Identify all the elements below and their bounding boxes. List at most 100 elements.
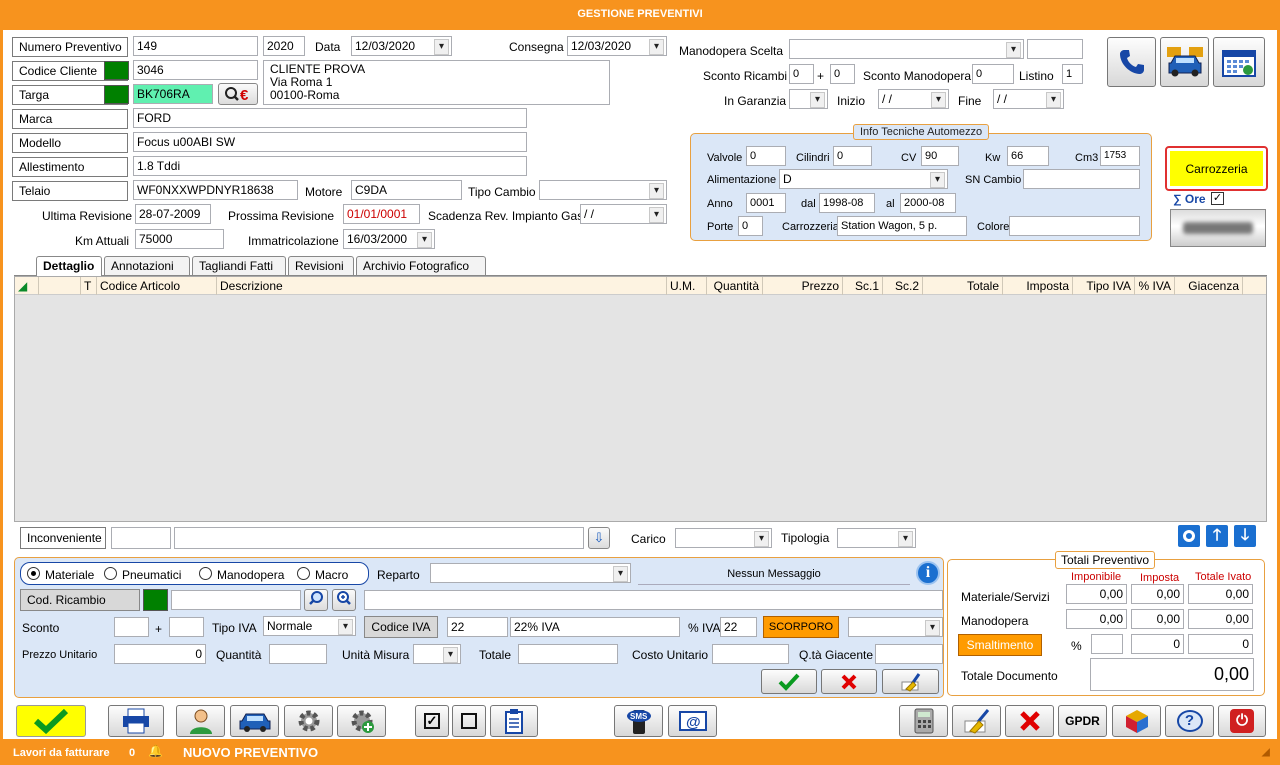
grid-col-sc1[interactable]: Sc.1	[843, 277, 883, 295]
tipo-iva-select[interactable]: Normale	[263, 616, 356, 636]
cm3-input[interactable]: 1753	[1100, 146, 1140, 166]
al-input[interactable]: 2000-08	[900, 193, 956, 213]
power-off-icon[interactable]: ⏻	[1218, 705, 1266, 737]
carrozzeria-input[interactable]: Station Wagon, 5 p.	[837, 216, 967, 236]
cancel-icon[interactable]	[1005, 705, 1054, 737]
info-icon[interactable]: i	[916, 561, 940, 585]
ricambio-desc-input[interactable]	[364, 590, 943, 610]
smaltimento-perc-input[interactable]	[1091, 634, 1123, 654]
inconveniente-code-input[interactable]	[111, 527, 171, 549]
quantita-input[interactable]	[269, 644, 327, 664]
alimentazione-select[interactable]: D	[779, 169, 948, 189]
prossima-revisione-input[interactable]: 01/01/0001	[343, 204, 420, 224]
radio-pneumatici[interactable]	[104, 567, 117, 580]
inizio-picker[interactable]: / /	[878, 89, 949, 109]
pin-icon[interactable]: ⇩	[588, 527, 610, 549]
tab-annotazioni[interactable]: Annotazioni	[104, 256, 190, 275]
calculator-icon[interactable]	[899, 705, 948, 737]
broom-icon[interactable]	[952, 705, 1001, 737]
grid-select-all-icon[interactable]: ◢	[15, 277, 39, 295]
cod-ricambio-button[interactable]: Cod. Ricambio	[20, 589, 140, 611]
grid-col-perc-iva[interactable]: % IVA	[1135, 277, 1175, 295]
tipo-cambio-select[interactable]	[539, 180, 667, 200]
qta-giacente-input[interactable]	[875, 644, 943, 664]
data-picker[interactable]: 12/03/2020	[351, 36, 452, 56]
carico-select[interactable]	[675, 528, 772, 548]
tab-archivio-fotografico[interactable]: Archivio Fotografico	[356, 256, 486, 275]
scadenza-gas-picker[interactable]: / /	[580, 204, 667, 224]
confirm-row-icon[interactable]	[761, 669, 817, 694]
smaltimento-button[interactable]: Smaltimento	[958, 634, 1042, 656]
grid-col-totale[interactable]: Totale	[923, 277, 1003, 295]
calendar-icon[interactable]	[1213, 37, 1265, 87]
email-icon[interactable]: @	[668, 705, 717, 737]
grid-col-prezzo[interactable]: Prezzo	[763, 277, 843, 295]
anno-input[interactable]: 0001	[746, 193, 786, 213]
scorporo-button[interactable]: SCORPORO	[763, 616, 839, 638]
motore-input[interactable]: C9DA	[351, 180, 462, 200]
arrow-up-icon[interactable]: 🡑	[1206, 525, 1228, 547]
sconto-ricambi-2-input[interactable]: 0	[830, 64, 855, 84]
codice-iva-input[interactable]: 22	[447, 617, 508, 637]
perc-iva-input[interactable]: 22	[720, 617, 757, 637]
bell-icon[interactable]: 🔔	[148, 744, 163, 758]
km-attuali-input[interactable]: 75000	[135, 229, 224, 249]
sconto-manodopera-input[interactable]: 0	[972, 64, 1014, 84]
allestimento-input[interactable]: 1.8 Tddi	[133, 156, 527, 176]
client-user-icon[interactable]	[176, 705, 225, 737]
radio-macro[interactable]	[297, 567, 310, 580]
cancel-row-icon[interactable]	[821, 669, 877, 694]
grid-col-imposta[interactable]: Imposta	[1003, 277, 1073, 295]
prezzo-unitario-input[interactable]: 0	[114, 644, 206, 664]
immatricolazione-picker[interactable]: 16/03/2000	[343, 229, 435, 249]
check-all-icon[interactable]: ✓	[415, 705, 449, 737]
marca-input[interactable]: FORD	[133, 108, 527, 128]
manodopera-extra-input[interactable]	[1027, 39, 1083, 59]
dal-input[interactable]: 1998-08	[819, 193, 875, 213]
grid-col-um[interactable]: U.M.	[667, 277, 707, 295]
module-cube-icon[interactable]	[1112, 705, 1161, 737]
in-garanzia-select[interactable]	[789, 89, 828, 109]
scorporo-select[interactable]	[848, 617, 943, 637]
print-icon[interactable]	[108, 705, 164, 737]
vehicle-icon[interactable]	[230, 705, 279, 737]
grid-col-t[interactable]: T	[81, 277, 97, 295]
sn-cambio-input[interactable]	[1023, 169, 1140, 189]
inconveniente-button[interactable]: Inconveniente	[20, 527, 106, 549]
grid-col-giacenza[interactable]: Giacenza	[1175, 277, 1243, 295]
search-icon[interactable]	[304, 589, 328, 611]
record-icon[interactable]	[1178, 525, 1200, 547]
unita-misura-select[interactable]	[413, 644, 461, 664]
telaio-input[interactable]: WF0NXXWPDNYR18638	[133, 180, 298, 200]
ultima-revisione-input[interactable]: 28-07-2009	[135, 204, 211, 224]
grid-col-tipo-iva[interactable]: Tipo IVA	[1073, 277, 1135, 295]
listino-input[interactable]: 1	[1062, 64, 1083, 84]
phone-icon[interactable]	[1107, 37, 1156, 87]
clipboard-icon[interactable]	[490, 705, 538, 737]
radio-materiale[interactable]	[27, 567, 40, 580]
manodopera-scelta-select[interactable]	[789, 39, 1024, 59]
radio-manodopera[interactable]	[199, 567, 212, 580]
reparto-select[interactable]	[430, 563, 631, 583]
sconto-1-input[interactable]	[114, 617, 149, 637]
tab-dettaglio[interactable]: Dettaglio	[36, 256, 102, 276]
numero-preventivo-input[interactable]: 149	[133, 36, 258, 56]
car-service-icon[interactable]	[1160, 37, 1209, 87]
grid-col-descrizione[interactable]: Descrizione	[217, 277, 667, 295]
sconto-2-input[interactable]	[169, 617, 204, 637]
logo-button[interactable]	[1170, 209, 1266, 247]
sms-icon[interactable]: SMS	[614, 705, 663, 737]
resize-grip-icon[interactable]: ◢	[1262, 747, 1270, 758]
uncheck-all-icon[interactable]	[452, 705, 486, 737]
cilindri-input[interactable]: 0	[833, 146, 872, 166]
codice-iva-button[interactable]: Codice IVA	[364, 616, 438, 638]
modello-input[interactable]: Focus u00ABI SW	[133, 132, 527, 152]
help-icon[interactable]: ?	[1165, 705, 1214, 737]
gear-icon[interactable]	[284, 705, 333, 737]
zoom-plus-icon[interactable]	[332, 589, 356, 611]
inconveniente-desc-input[interactable]	[174, 527, 584, 549]
arrow-down-icon[interactable]: 🡓	[1234, 525, 1256, 547]
sconto-ricambi-1-input[interactable]: 0	[789, 64, 814, 84]
gpdr-button[interactable]: GPDR	[1058, 705, 1107, 737]
porte-input[interactable]: 0	[738, 216, 763, 236]
